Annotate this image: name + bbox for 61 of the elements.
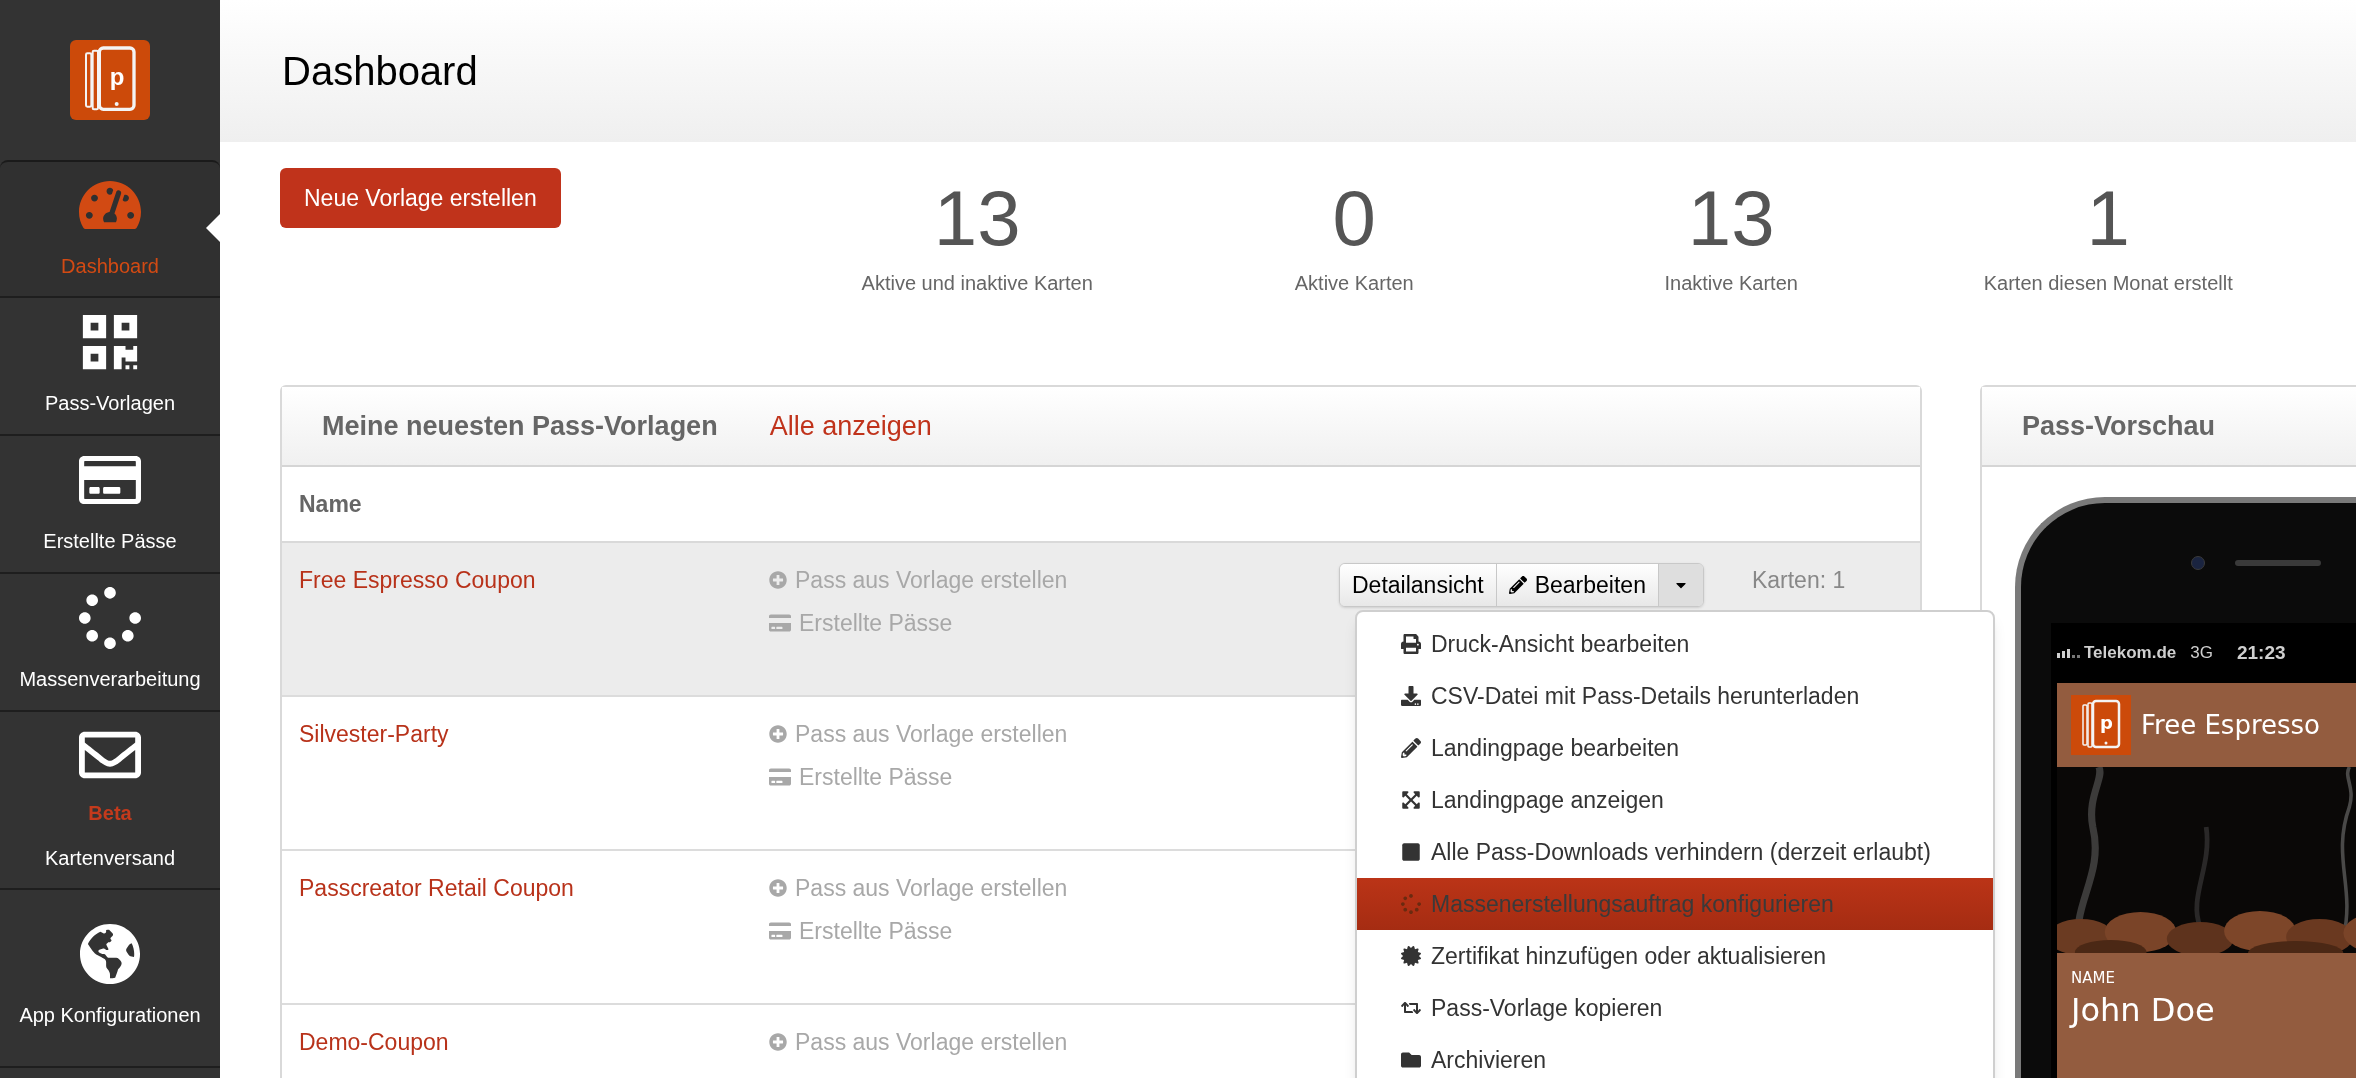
- credit-card-icon: [769, 765, 791, 788]
- stat-value: 13: [933, 173, 1021, 264]
- edit-button[interactable]: Bearbeiten: [1496, 564, 1659, 606]
- sidebar-item[interactable]: Erstellte Pässe: [0, 436, 220, 574]
- field-value: John Doe: [2071, 989, 2216, 1030]
- show-all-link[interactable]: Alle anzeigen: [769, 405, 932, 447]
- new-template-button[interactable]: Neue Vorlage erstellen: [280, 168, 561, 228]
- stat-label: Aktive Karten: [1294, 271, 1414, 296]
- clock-time: 21:23: [2236, 640, 2286, 665]
- card-count: Karten: 1: [1751, 566, 1846, 595]
- template-name-link[interactable]: Free Espresso Coupon: [299, 567, 536, 593]
- square-icon: [1401, 842, 1421, 862]
- dropdown-toggle[interactable]: [1658, 564, 1703, 606]
- sidebar-item[interactable]: Beta Kartenversand: [0, 712, 220, 890]
- stat-value: 1: [2086, 173, 2130, 264]
- signal-icon: [2057, 648, 2080, 658]
- menu-item[interactable]: Druck-Ansicht bearbeiten: [1357, 618, 1993, 670]
- download-icon: [1401, 686, 1421, 706]
- printer-icon: [1401, 634, 1421, 654]
- network-type: 3G: [2190, 642, 2213, 665]
- menu-item[interactable]: Archivieren: [1357, 1034, 1993, 1078]
- logo: p: [70, 40, 150, 120]
- menu-item[interactable]: Landingpage bearbeiten: [1357, 722, 1993, 774]
- sidebar-item[interactable]: Pass-Vorlagen: [0, 298, 220, 436]
- pass-title: Free Espresso: [2141, 708, 2321, 742]
- expand-arrows-icon: [1401, 790, 1421, 810]
- stat-value: 13: [1687, 173, 1775, 264]
- panel-title: Meine neuesten Pass-Vorlagen: [322, 409, 718, 443]
- menu-item[interactable]: Zertifikat hinzufügen oder aktualisieren: [1357, 930, 1993, 982]
- active-pointer: [206, 214, 220, 242]
- carrier-name: Telekom.de: [2084, 642, 2177, 665]
- column-header: Name: [299, 489, 362, 519]
- sidebar-item[interactable]: App Konfigurationen: [0, 890, 220, 1068]
- globe-icon: [79, 923, 141, 985]
- panel-title: Pass-Vorschau: [2022, 409, 2216, 443]
- page-title: Dashboard: [282, 48, 478, 95]
- detail-view-button[interactable]: Detailansicht: [1340, 564, 1497, 606]
- menu-item[interactable]: Alle Pass-Downloads verhindern (derzeit erlaubt): [1357, 826, 1993, 878]
- credit-card-icon: [769, 611, 791, 634]
- spinner-icon: [79, 587, 141, 649]
- menu-item[interactable]: Landingpage anzeigen: [1357, 774, 1993, 826]
- stat-label: Aktive und inaktive Karten: [861, 271, 1093, 296]
- menu-item[interactable]: Pass-Vorlage kopieren: [1357, 982, 1993, 1034]
- pass-logo: p: [2071, 695, 2131, 755]
- pencil-icon: [1508, 576, 1527, 594]
- credit-card-icon: [769, 919, 791, 942]
- template-name-link[interactable]: Passcreator Retail Coupon: [299, 875, 574, 901]
- spinner-icon: [1401, 894, 1421, 914]
- sidebar-item[interactable]: Massenverarbeitung: [0, 574, 220, 712]
- menu-item[interactable]: CSV-Datei mit Pass-Details herunterladen: [1357, 670, 1993, 722]
- camera-icon: [2191, 556, 2205, 570]
- pencil-icon: [1401, 738, 1421, 758]
- field-label: NAME: [2071, 968, 2116, 989]
- template-name-link[interactable]: Silvester-Party: [299, 721, 449, 747]
- stat-label: Karten diesen Monat erstellt: [1983, 271, 2233, 296]
- stat-label: Inaktive Karten: [1664, 271, 1798, 296]
- folder-icon: [1401, 1050, 1421, 1070]
- template-name-link[interactable]: Demo-Coupon: [299, 1029, 449, 1055]
- beta-label: Beta: [88, 801, 132, 826]
- stat-value: 0: [1332, 173, 1376, 264]
- certificate-icon: [1401, 946, 1421, 966]
